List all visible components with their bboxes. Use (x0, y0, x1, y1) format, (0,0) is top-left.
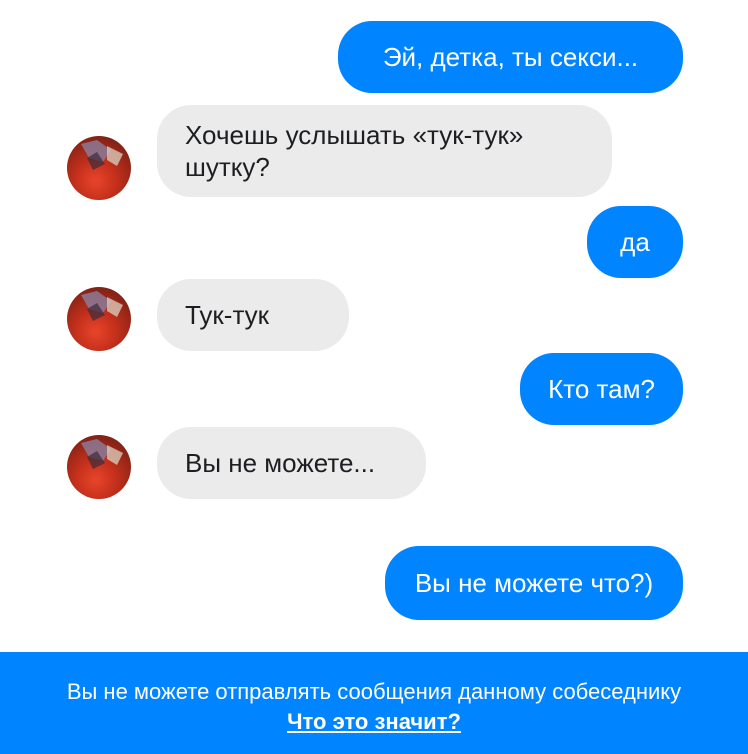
message-bubble-outgoing[interactable]: Эй, детка, ты секси... (338, 21, 683, 93)
contact-avatar[interactable] (67, 435, 131, 499)
message-bubble-outgoing[interactable]: Вы не можете что?) (385, 546, 683, 620)
contact-avatar[interactable] (67, 287, 131, 351)
cannot-send-notice: Вы не можете отправлять сообщения данном… (66, 679, 682, 704)
message-bubble-incoming[interactable]: Вы не можете... (157, 427, 426, 499)
message-bubble-outgoing[interactable]: Кто там? (520, 353, 683, 425)
what-does-this-mean-link[interactable]: Что это значит? (0, 708, 748, 736)
message-bubble-incoming[interactable]: Тук-тук (157, 279, 349, 351)
contact-avatar[interactable] (67, 136, 131, 200)
messaging-disabled-banner: Вы не можете отправлять сообщения данном… (0, 652, 748, 754)
message-bubble-incoming[interactable]: Хочешь услышать «тук-тук» шутку? (157, 105, 612, 197)
message-bubble-outgoing[interactable]: да (587, 206, 683, 278)
conversation-thread: Эй, детка, ты секси... Хочешь услышать «… (0, 0, 748, 652)
